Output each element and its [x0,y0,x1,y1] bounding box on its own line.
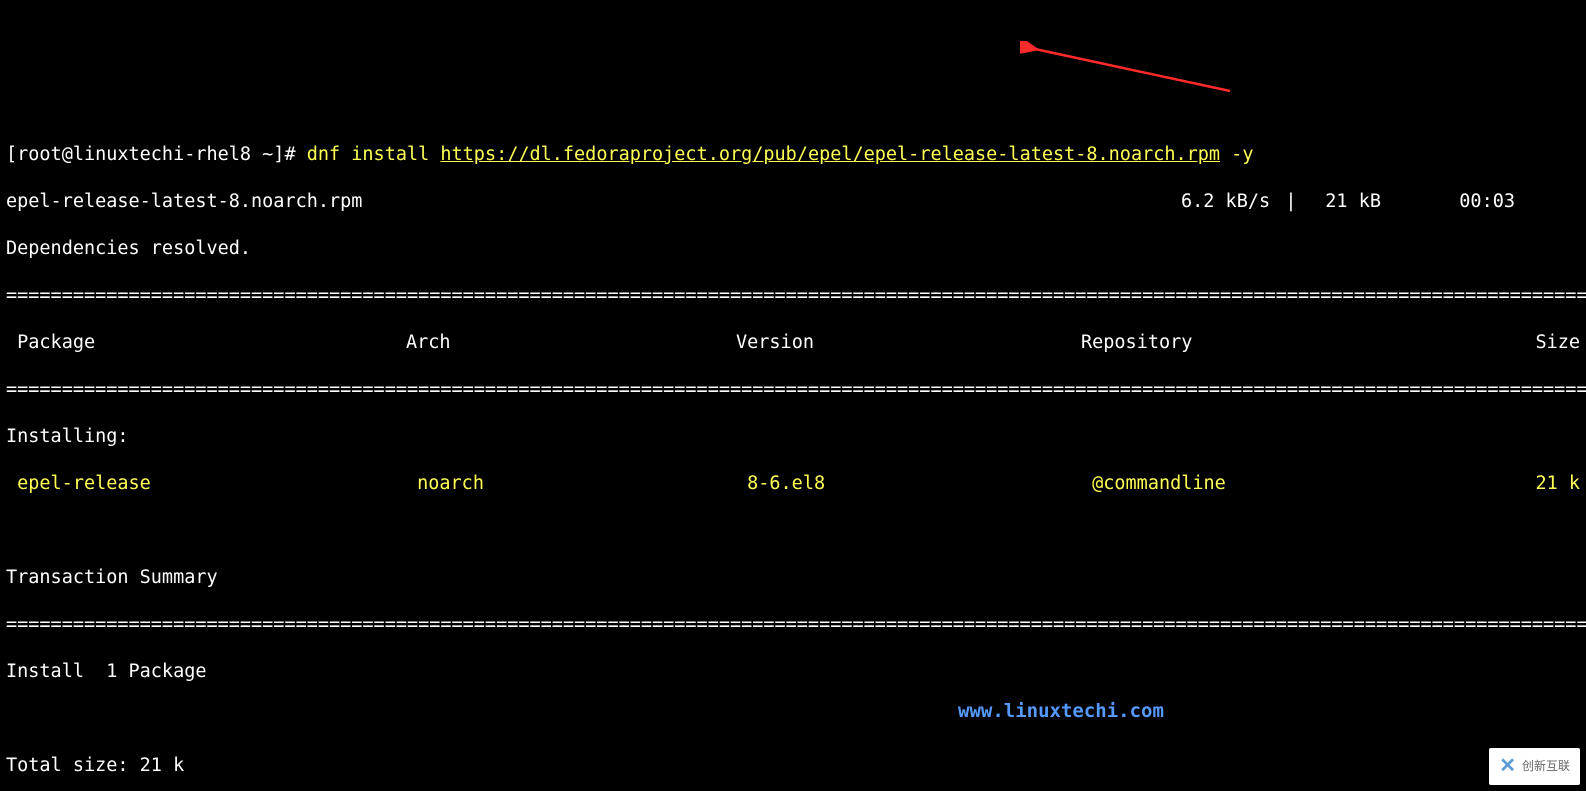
th-size: Size [1516,331,1580,354]
install-count: Install 1 Package [6,660,1580,683]
th-arch: Arch [406,331,736,354]
brand-logo-icon: ✕ [1499,754,1516,779]
cmd-dnf-install: dnf install [307,144,441,165]
transaction-summary: Transaction Summary [6,566,1580,589]
th-version: Version [736,331,1081,354]
footer-brand-badge: ✕ 创新互联 [1489,748,1580,785]
download-file: epel-release-latest-8.noarch.rpm [6,190,1181,213]
table-header: PackageArchVersionRepositorySize [6,331,1580,354]
download-size: 21 kB [1301,190,1381,213]
th-repo: Repository [1081,331,1516,354]
pkg-arch: noarch [417,472,747,495]
total-size: Total size: 21 k [6,754,1580,777]
hr-bottom: ========================================… [6,613,1580,636]
cmd-flag: -y [1220,144,1253,165]
hr-top: ========================================… [6,284,1580,307]
download-sep: | [1281,190,1301,213]
pkg-repo: @commandline [1092,472,1527,495]
blank-2 [6,707,1580,730]
terminal-screen[interactable]: [root@linuxtechi-rhel8 ~]# dnf install h… [0,117,1586,791]
shell-prompt: [root@linuxtechi-rhel8 ~]# [6,144,307,165]
th-package: Package [6,331,406,354]
download-line: epel-release-latest-8.noarch.rpm6.2 kB/s… [6,190,1580,213]
annotation-arrow-icon [1020,41,1240,101]
prompt-line-1: [root@linuxtechi-rhel8 ~]# dnf install h… [6,143,1580,166]
cmd-url: https://dl.fedoraproject.org/pub/epel/ep… [440,144,1220,165]
watermark-url: www.linuxtechi.com [958,699,1164,723]
table-row: epel-releasenoarch8-6.el8@commandline21 … [6,472,1580,495]
download-speed: 6.2 kB/s [1181,190,1281,213]
deps-resolved: Dependencies resolved. [6,237,1580,260]
blank-1 [6,519,1580,542]
pkg-size: 21 k [1527,472,1580,495]
download-time: 00:03 [1381,190,1580,213]
pkg-name: epel-release [6,472,417,495]
pkg-version: 8-6.el8 [747,472,1092,495]
section-installing: Installing: [6,425,1580,448]
hr-mid: ========================================… [6,378,1580,401]
brand-text: 创新互联 [1522,759,1570,774]
